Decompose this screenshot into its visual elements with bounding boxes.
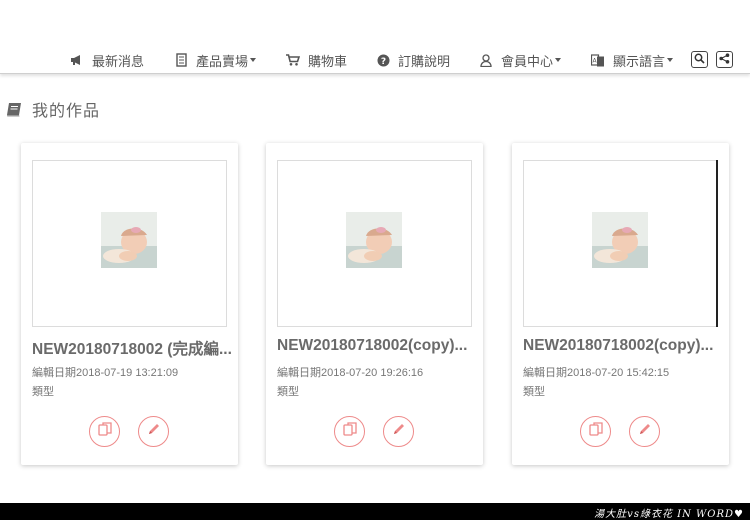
copy-button[interactable] — [334, 416, 365, 447]
search-button[interactable] — [691, 51, 708, 68]
search-icon — [694, 51, 705, 69]
svg-text:?: ? — [380, 57, 385, 67]
document-icon — [174, 53, 188, 67]
pencil-icon — [147, 422, 161, 441]
nav-item-member[interactable]: 會員中心 — [479, 49, 562, 71]
user-icon — [479, 53, 493, 67]
work-title[interactable]: NEW20180718002(copy)... — [277, 337, 477, 355]
work-type: 類型 — [32, 386, 54, 398]
page-title: 我的作品 — [6, 99, 101, 120]
svg-text:A: A — [592, 57, 597, 64]
main-nav: 最新消息 產品賣場 購物車 ? 訂購說明 會員中心 A 顯示語言 — [0, 49, 750, 71]
work-edit-date: 編輯日期2018-07-20 19:26:16 — [277, 367, 424, 379]
pencil-icon — [392, 422, 406, 441]
nav-label: 顯示語言 — [613, 53, 666, 69]
edit-button[interactable] — [383, 416, 414, 447]
edit-button[interactable] — [138, 416, 169, 447]
copy-button[interactable] — [89, 416, 120, 447]
nav-label: 購物車 — [308, 53, 348, 69]
pencil-icon — [638, 422, 652, 441]
nav-label: 訂購說明 — [398, 53, 451, 69]
baby-photo-thumbnail — [101, 212, 157, 268]
work-edit-date: 編輯日期2018-07-20 15:42:15 — [523, 367, 670, 379]
copy-button[interactable] — [580, 416, 611, 447]
nav-item-products[interactable]: 產品賣場 — [174, 49, 257, 71]
baby-photo-thumbnail — [346, 212, 402, 268]
work-title[interactable]: NEW20180718002 (完成編... — [32, 337, 232, 359]
footer-bar: 湯大肚vs綠衣花 IN WORD♥ — [0, 503, 750, 520]
baby-photo-thumbnail — [592, 212, 648, 268]
question-circle-icon: ? — [376, 53, 390, 67]
work-type: 類型 — [523, 386, 545, 398]
cart-icon — [286, 53, 300, 67]
share-button[interactable] — [716, 51, 733, 68]
chevron-down-icon — [555, 58, 562, 62]
work-preview[interactable] — [523, 160, 718, 327]
work-card: NEW20180718002 (完成編... 編輯日期2018-07-19 13… — [21, 143, 238, 465]
nav-item-language[interactable]: A 顯示語言 — [591, 49, 674, 71]
section-title-text: 我的作品 — [32, 103, 101, 120]
work-preview[interactable] — [32, 160, 227, 327]
copy-icon — [342, 421, 358, 442]
nav-label: 最新消息 — [92, 53, 145, 69]
nav-item-news[interactable]: 最新消息 — [70, 49, 144, 71]
chevron-down-icon — [250, 58, 257, 62]
edit-button[interactable] — [629, 416, 660, 447]
work-card: NEW20180718002(copy)... 編輯日期2018-07-20 1… — [512, 143, 729, 465]
language-icon: A — [591, 53, 605, 67]
preview-edge-line — [716, 160, 718, 327]
work-type: 類型 — [277, 386, 299, 398]
work-preview[interactable] — [277, 160, 472, 327]
watermark-text: 湯大肚vs綠衣花 IN WORD♥ — [594, 509, 744, 520]
megaphone-icon — [70, 53, 84, 67]
work-title[interactable]: NEW20180718002(copy)... — [523, 337, 723, 355]
work-card: NEW20180718002(copy)... 編輯日期2018-07-20 1… — [266, 143, 483, 465]
share-icon — [719, 51, 730, 69]
nav-label: 產品賣場 — [196, 53, 249, 69]
copy-icon — [588, 421, 604, 442]
copy-icon — [97, 421, 113, 442]
top-navbar: 最新消息 產品賣場 購物車 ? 訂購說明 會員中心 A 顯示語言 — [0, 0, 750, 74]
chevron-down-icon — [667, 58, 674, 62]
work-edit-date: 編輯日期2018-07-19 13:21:09 — [32, 367, 179, 379]
nav-label: 會員中心 — [501, 53, 554, 69]
nav-item-order-info[interactable]: ? 訂購說明 — [376, 49, 450, 71]
book-icon — [6, 101, 24, 117]
nav-item-cart[interactable]: 購物車 — [286, 49, 347, 71]
